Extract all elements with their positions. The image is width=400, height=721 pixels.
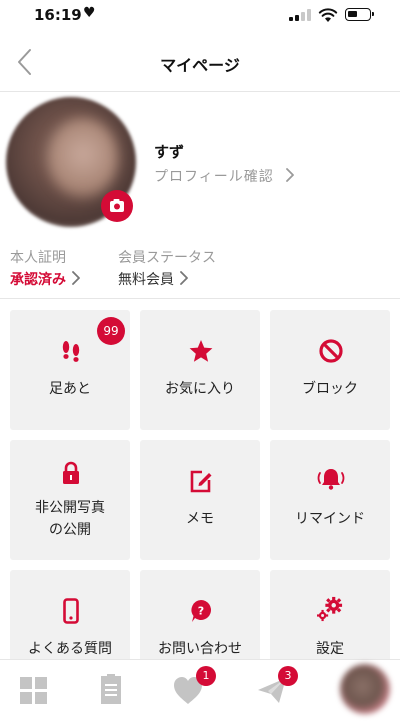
chevron-right-icon	[180, 271, 188, 285]
identity-label: 本人証明	[10, 250, 66, 266]
question-bubble-icon: ?	[191, 600, 211, 622]
tile-label: 足あと	[49, 381, 91, 397]
tile-favorites[interactable]: お気に入り	[140, 310, 260, 430]
messages-badge: 3	[278, 666, 298, 686]
camera-button[interactable]	[101, 190, 133, 222]
wifi-icon	[318, 8, 338, 22]
tile-label: よくある質問	[28, 641, 112, 657]
memo-icon	[190, 470, 212, 493]
tile-label: 設定	[316, 641, 344, 657]
heart-icon: ♥	[83, 5, 96, 21]
gears-icon	[317, 596, 343, 622]
chevron-right-icon	[286, 168, 294, 182]
membership-value: 無料会員	[118, 272, 174, 288]
profile-check-link[interactable]: プロフィール確認	[154, 166, 294, 186]
block-icon	[319, 339, 343, 363]
tile-label-line1: 非公開写真	[35, 500, 105, 516]
tile-label: メモ	[186, 511, 214, 527]
smartphone-icon	[63, 598, 79, 624]
camera-icon	[110, 199, 124, 212]
tile-label-line2: の公開	[49, 522, 91, 538]
tab-board-icon[interactable]	[94, 673, 128, 707]
chevron-right-icon	[72, 271, 80, 285]
tile-remind[interactable]: リマインド	[270, 440, 390, 560]
membership-label: 会員ステータス	[118, 250, 216, 266]
lock-icon	[63, 461, 79, 484]
cellular-signal-icon	[289, 9, 313, 21]
divider	[0, 298, 400, 299]
tile-label: お気に入り	[165, 381, 235, 397]
tile-block[interactable]: ブロック	[270, 310, 390, 430]
nav-header: マイページ	[0, 32, 400, 92]
battery-icon	[345, 8, 374, 21]
tile-label: ブロック	[302, 381, 358, 397]
identity-status[interactable]: 承認済み	[10, 269, 80, 289]
svg-text:?: ?	[198, 605, 204, 618]
likes-badge: 1	[196, 666, 216, 686]
tile-label: お問い合わせ	[158, 641, 242, 657]
identity-value: 承認済み	[10, 272, 66, 288]
tile-memo[interactable]: メモ	[140, 440, 260, 560]
footprints-icon	[62, 341, 80, 362]
profile-check-label: プロフィール確認	[154, 169, 274, 185]
status-time: 16:19	[34, 6, 82, 24]
star-icon	[189, 340, 213, 362]
bell-icon	[317, 469, 345, 490]
footprints-badge: 99	[97, 317, 125, 345]
tile-private-photos[interactable]: 非公開写真 の公開	[10, 440, 130, 560]
status-bar: 16:19 ♥	[0, 0, 400, 32]
tile-label: リマインド	[295, 511, 365, 527]
membership-status[interactable]: 無料会員	[118, 269, 188, 289]
tab-grid-icon[interactable]	[17, 673, 51, 707]
page-title: マイページ	[160, 56, 240, 75]
avatar-face	[48, 118, 118, 198]
user-name: すず	[154, 143, 185, 161]
tab-mypage-avatar[interactable]	[340, 664, 390, 714]
